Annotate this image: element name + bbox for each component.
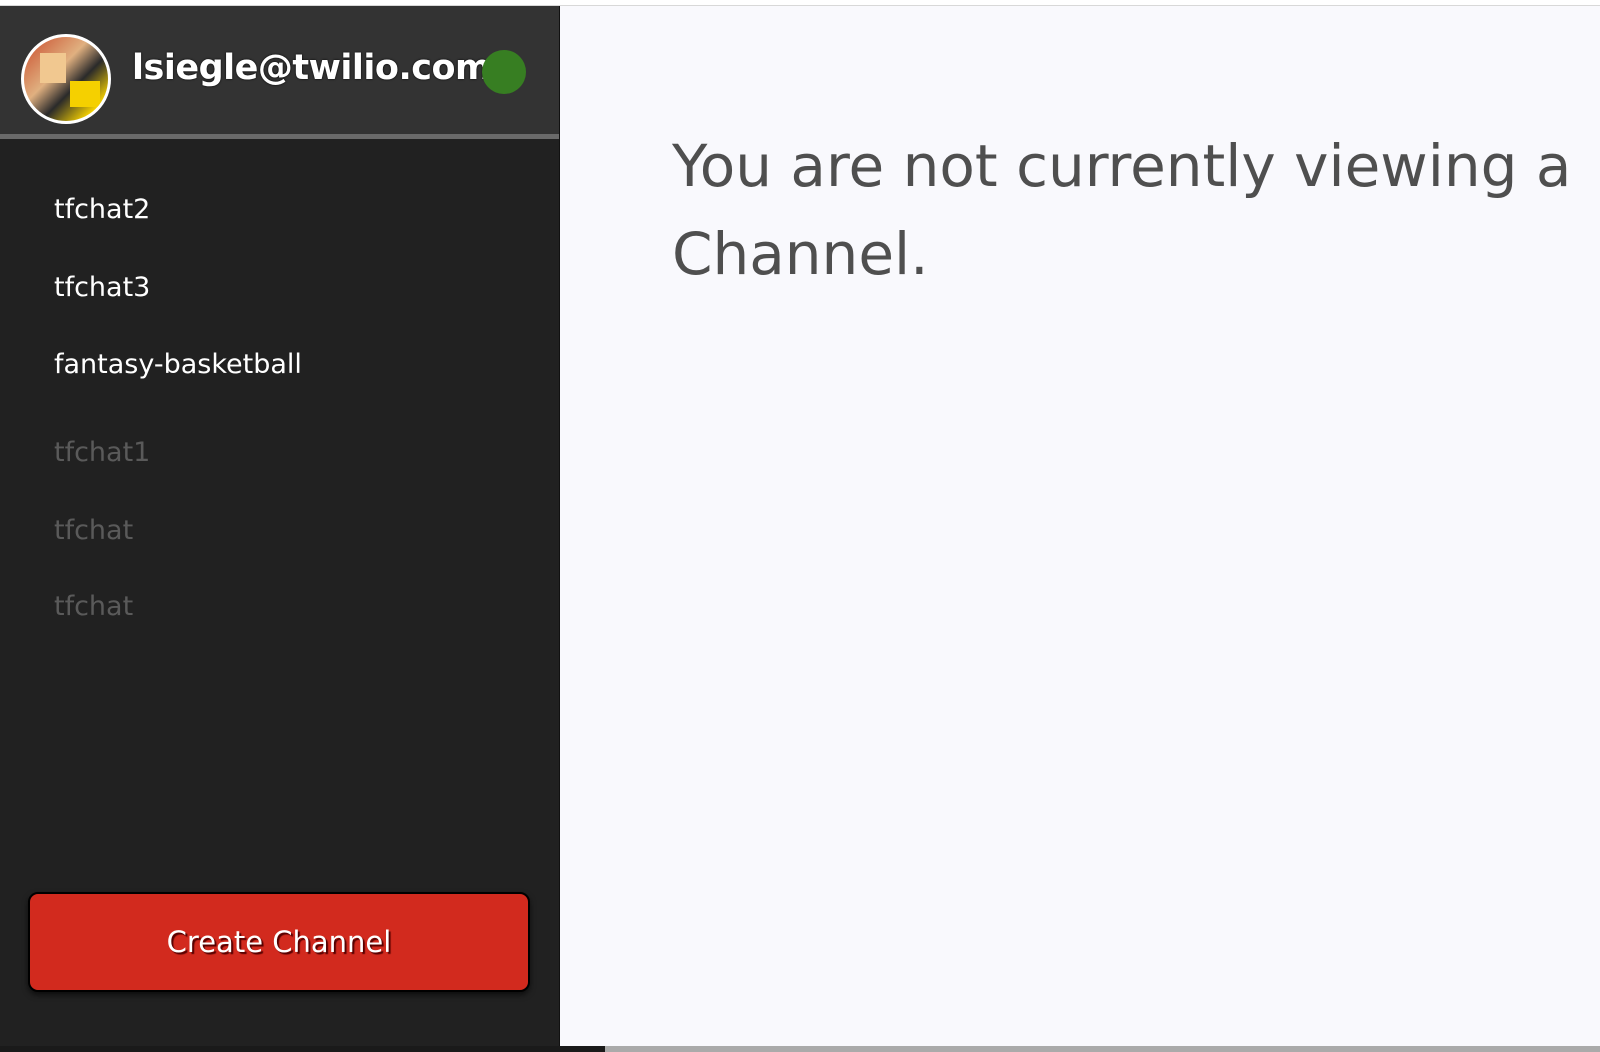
taskbar-strip (0, 1046, 605, 1052)
online-status-icon (482, 50, 526, 94)
channel-item[interactable]: tfchat1 (54, 437, 150, 468)
channel-item[interactable]: tfchat2 (54, 194, 150, 225)
sidebar: lsiegle@twilio.com tfchat2 tfchat3 fanta… (0, 6, 560, 1046)
main-panel: You are not currently viewing a Channel. (560, 6, 1600, 1046)
create-channel-button[interactable]: Create Channel (28, 892, 530, 992)
channel-item[interactable]: fantasy-basketball (54, 349, 302, 380)
avatar (21, 34, 111, 124)
user-email: lsiegle@twilio.com (132, 48, 492, 88)
channel-item[interactable]: tfchat (54, 591, 133, 622)
bottom-strip (605, 1046, 1600, 1052)
channel-item[interactable]: tfchat (54, 515, 133, 546)
user-header: lsiegle@twilio.com (0, 6, 559, 139)
no-channel-message: You are not currently viewing a Channel. (672, 132, 1572, 288)
channel-item[interactable]: tfchat3 (54, 272, 150, 303)
